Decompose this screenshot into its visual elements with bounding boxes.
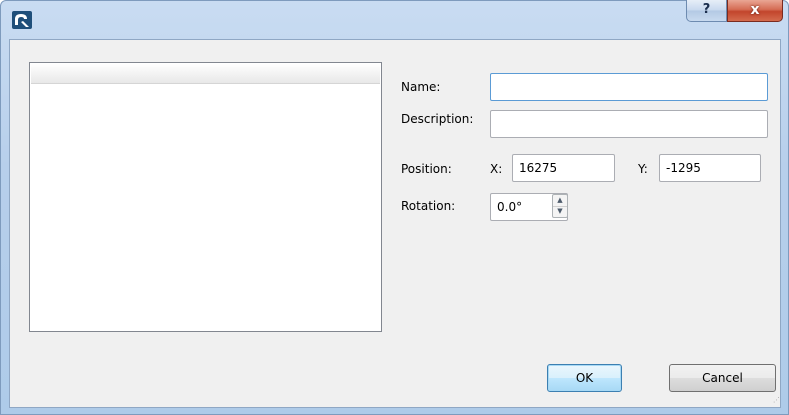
resize-grip-icon[interactable]: ⋰ [773, 397, 781, 406]
spin-down-icon[interactable]: ▼ [553, 206, 567, 217]
dialog-window: ? x Name: Description: Position: X: 1627… [0, 0, 789, 415]
close-icon: x [750, 2, 760, 18]
ok-button[interactable]: OK [547, 364, 622, 392]
item-list[interactable] [29, 62, 382, 332]
help-button[interactable]: ? [686, 0, 727, 22]
description-label: Description: [401, 112, 474, 126]
help-icon: ? [702, 2, 711, 17]
name-input[interactable] [490, 73, 768, 101]
rotation-label: Rotation: [401, 199, 456, 213]
x-input[interactable]: 16275 [512, 154, 615, 182]
app-logo-icon [12, 11, 32, 29]
cancel-button[interactable]: Cancel [669, 364, 776, 392]
x-label: X: [490, 162, 503, 176]
position-label: Position: [401, 162, 452, 176]
y-input[interactable]: -1295 [659, 154, 761, 182]
title-bar[interactable]: ? x [1, 0, 788, 39]
dialog-client-area: Name: Description: Position: X: 16275 Y:… [9, 39, 781, 408]
rotation-spin-buttons[interactable]: ▲ ▼ [552, 194, 568, 218]
name-label: Name: [401, 80, 441, 94]
y-label: Y: [638, 162, 648, 176]
description-input[interactable] [490, 110, 768, 138]
list-header[interactable] [31, 64, 380, 84]
close-button[interactable]: x [727, 0, 783, 22]
